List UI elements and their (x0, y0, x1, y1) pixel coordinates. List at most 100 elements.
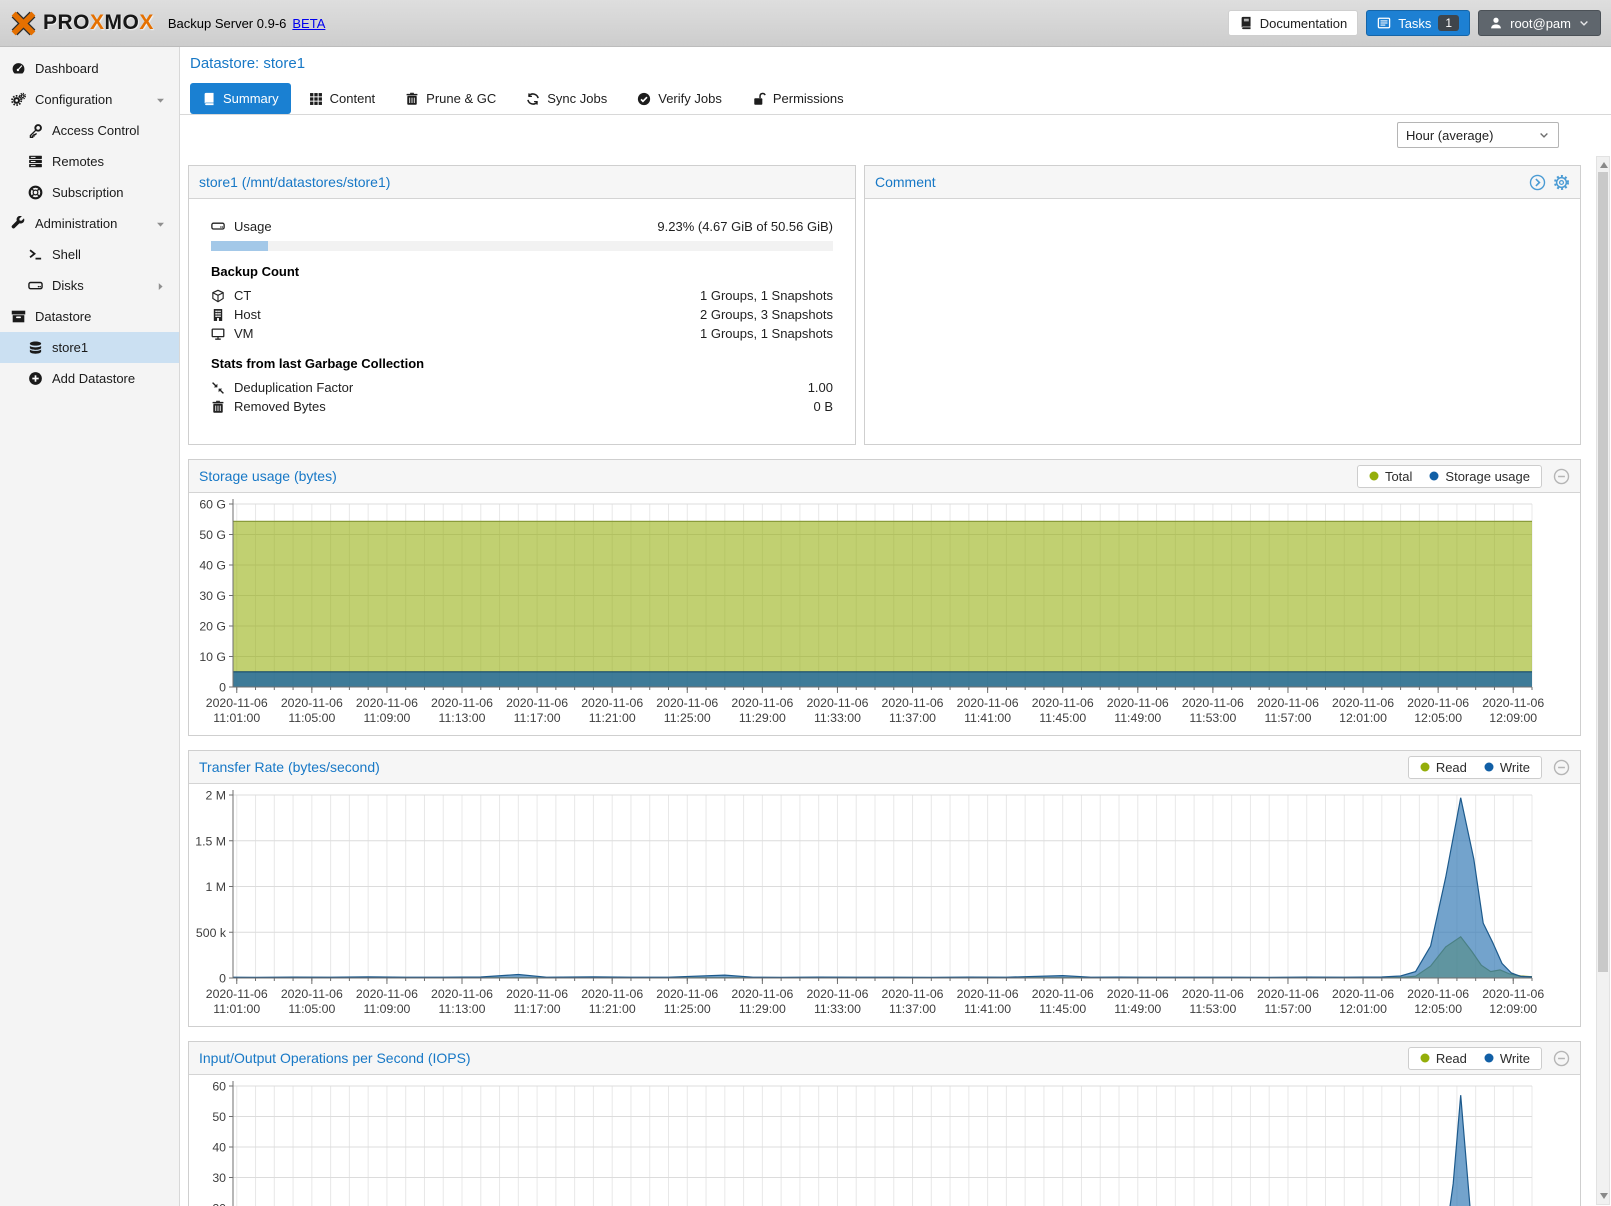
svg-text:2020-11-06: 2020-11-06 (356, 987, 418, 1001)
svg-text:500 k: 500 k (196, 926, 227, 940)
beta-link[interactable]: BETA (292, 16, 325, 31)
row-label: Deduplication Factor (234, 380, 353, 395)
sidebar-item-disks[interactable]: Disks (0, 270, 179, 301)
scroll-thumb[interactable] (1598, 172, 1608, 972)
sidebar-item-subscription[interactable]: Subscription (0, 177, 179, 208)
documentation-button[interactable]: Documentation (1228, 10, 1358, 36)
sidebar-item-shell[interactable]: Shell (0, 239, 179, 270)
chart-toolbar: Hour (average) (180, 115, 1611, 155)
sidebar-item-datastore[interactable]: Datastore (0, 301, 179, 332)
svg-text:2020-11-06: 2020-11-06 (957, 987, 1019, 1001)
legend-item-read[interactable]: Read (1420, 760, 1467, 775)
tab-sync-jobs[interactable]: Sync Jobs (514, 83, 619, 114)
row-value: 1.00 (808, 380, 833, 395)
tab-summary[interactable]: Summary (190, 83, 291, 114)
grid-icon (309, 92, 323, 106)
legend-item-write[interactable]: Write (1484, 760, 1530, 775)
brand-name: PROXMOX (43, 11, 154, 35)
scroll-down-arrow[interactable] (1600, 1193, 1608, 1199)
legend-item-total[interactable]: Total (1369, 469, 1412, 484)
tab-permissions[interactable]: Permissions (740, 83, 856, 114)
sidebar-item-remotes[interactable]: Remotes (0, 146, 179, 177)
svg-text:11:21:00: 11:21:00 (589, 1002, 636, 1016)
legend-label: Read (1436, 760, 1467, 775)
svg-text:2020-11-06: 2020-11-06 (281, 987, 343, 1001)
svg-text:2020-11-06: 2020-11-06 (1332, 987, 1394, 1001)
svg-text:11:57:00: 11:57:00 (1264, 1002, 1311, 1016)
caret-down-icon[interactable] (155, 94, 166, 105)
svg-text:2020-11-06: 2020-11-06 (581, 987, 643, 1001)
svg-text:2020-11-06: 2020-11-06 (1332, 696, 1394, 710)
datastore-info-panel: store1 (/mnt/datastores/store1) Usage 9.… (188, 165, 856, 445)
tab-verify-jobs[interactable]: Verify Jobs (625, 83, 734, 114)
svg-text:2020-11-06: 2020-11-06 (656, 696, 718, 710)
svg-text:2020-11-06: 2020-11-06 (1482, 696, 1544, 710)
tab-prune-gc[interactable]: Prune & GC (393, 83, 508, 114)
chart-legend: Read Write (1408, 1047, 1542, 1070)
sidebar-item-configuration[interactable]: Configuration (0, 84, 179, 115)
tab-label: Sync Jobs (547, 91, 607, 106)
time-range-value: Hour (average) (1406, 128, 1493, 143)
hdd-icon (28, 278, 43, 293)
svg-text:2020-11-06: 2020-11-06 (1107, 987, 1169, 1001)
svg-text:2020-11-06: 2020-11-06 (431, 987, 493, 1001)
svg-text:2020-11-06: 2020-11-06 (1482, 987, 1544, 1001)
storage-usage-panel: Storage usage (bytes) Total Storage usag… (188, 459, 1581, 736)
svg-text:12:05:00: 12:05:00 (1414, 1002, 1462, 1016)
sidebar-item-label: Shell (52, 247, 81, 262)
sidebar-item-administration[interactable]: Administration (0, 208, 179, 239)
legend-item-write[interactable]: Write (1484, 1051, 1530, 1066)
tasks-button[interactable]: Tasks 1 (1366, 10, 1470, 36)
user-menu-button[interactable]: root@pam (1478, 10, 1601, 36)
caret-right-icon[interactable] (155, 280, 166, 291)
archive-icon (11, 309, 26, 324)
vertical-scrollbar[interactable] (1596, 156, 1610, 1205)
building-icon (211, 308, 225, 322)
legend-item-storage-usage[interactable]: Storage usage (1429, 469, 1530, 484)
svg-text:2020-11-06: 2020-11-06 (1032, 987, 1094, 1001)
svg-text:2020-11-06: 2020-11-06 (206, 696, 268, 710)
tab-label: Verify Jobs (658, 91, 722, 106)
chart-title: Storage usage (bytes) (199, 468, 337, 484)
main-content: Datastore: store1 Summary Content Prune … (180, 47, 1611, 1206)
collapse-chart-icon[interactable] (1553, 468, 1570, 485)
svg-text:10 G: 10 G (199, 650, 226, 664)
time-range-select[interactable]: Hour (average) (1397, 122, 1559, 148)
legend-item-read[interactable]: Read (1420, 1051, 1467, 1066)
collapse-chart-icon[interactable] (1553, 1050, 1570, 1067)
compress-icon (211, 381, 225, 395)
usage-row: Usage 9.23% (4.67 GiB of 50.56 GiB) (211, 216, 833, 236)
svg-text:2020-11-06: 2020-11-06 (882, 987, 944, 1001)
svg-text:30: 30 (212, 1171, 226, 1185)
svg-text:2020-11-06: 2020-11-06 (431, 696, 493, 710)
legend-label: Read (1436, 1051, 1467, 1066)
expand-comment-icon[interactable] (1529, 174, 1546, 191)
svg-text:2020-11-06: 2020-11-06 (506, 987, 568, 1001)
page-title: Datastore: store1 (190, 55, 305, 72)
comment-panel: Comment (864, 165, 1581, 445)
collapse-chart-icon[interactable] (1553, 759, 1570, 776)
ct-row: CT 1 Groups, 1 Snapshots (211, 286, 833, 305)
sidebar-item-access-control[interactable]: Access Control (0, 115, 179, 146)
sidebar: Dashboard Configuration Access Control R… (0, 47, 180, 1206)
svg-text:11:33:00: 11:33:00 (814, 1002, 861, 1016)
tab-content[interactable]: Content (297, 83, 388, 114)
sidebar-item-store1[interactable]: store1 (0, 332, 179, 363)
scroll-up-arrow[interactable] (1600, 162, 1608, 168)
vm-row: VM 1 Groups, 1 Snapshots (211, 324, 833, 343)
sidebar-item-label: Configuration (35, 92, 112, 107)
svg-text:2020-11-06: 2020-11-06 (1032, 696, 1094, 710)
database-icon (28, 340, 43, 355)
sidebar-item-add-datastore[interactable]: Add Datastore (0, 363, 179, 394)
panel-header: Input/Output Operations per Second (IOPS… (189, 1042, 1580, 1075)
caret-down-icon[interactable] (155, 218, 166, 229)
sidebar-item-label: Remotes (52, 154, 104, 169)
gear-icon[interactable] (1553, 174, 1570, 191)
sidebar-item-dashboard[interactable]: Dashboard (0, 53, 179, 84)
svg-text:2020-11-06: 2020-11-06 (1107, 696, 1169, 710)
svg-text:20 G: 20 G (199, 620, 226, 634)
dedup-row: Deduplication Factor 1.00 (211, 378, 833, 397)
support-icon (28, 185, 43, 200)
sidebar-item-label: Disks (52, 278, 84, 293)
svg-text:40: 40 (212, 1141, 226, 1155)
